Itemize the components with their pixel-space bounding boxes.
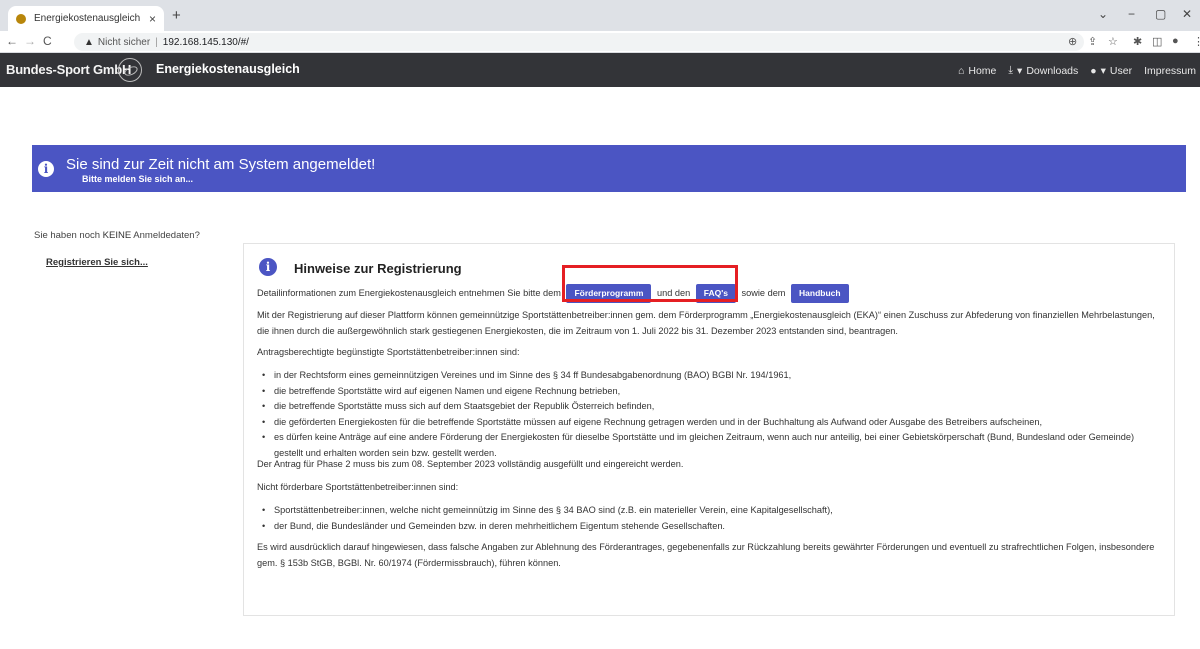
- user-icon: ●: [1090, 64, 1097, 77]
- list-item: der Bund, die Bundesländer und Gemeinden…: [257, 519, 1157, 535]
- security-label: Nicht sicher: [97, 36, 151, 48]
- list-item: die geförderten Energiekosten für die be…: [257, 415, 1157, 431]
- brand-logo-icon: [118, 58, 142, 82]
- reload-icon[interactable]: C: [43, 34, 52, 48]
- browser-tab[interactable]: Energiekostenausgleich ×: [8, 6, 164, 31]
- alert-subtitle: Bitte melden Sie sich an...: [82, 174, 194, 184]
- no-data-prefix: Sie haben noch: [34, 230, 103, 241]
- nav-impressum[interactable]: Impressum: [1144, 65, 1196, 77]
- nav-downloads[interactable]: ⤓ ▾ Downloads: [1008, 64, 1078, 77]
- chevron-down-icon: ▾: [1100, 64, 1106, 77]
- not-eligible-list: Sportstättenbetreiber:innen, welche nich…: [257, 503, 1157, 534]
- eligible-list: in der Rechtsform eines gemeinnützigen V…: [257, 368, 1157, 461]
- panel-title: Hinweise zur Registrierung: [294, 261, 462, 276]
- tab-title: Energiekostenausgleich: [34, 13, 141, 24]
- address-bar-row: ← → C ▲ Nicht sicher | 192.168.145.130/#…: [0, 31, 1200, 53]
- menu-dots-icon[interactable]: ⋮: [1193, 35, 1200, 48]
- info-icon: i: [38, 161, 54, 177]
- registration-description: Mit der Registrierung auf dieser Plattfo…: [257, 310, 1155, 336]
- tab-close-icon[interactable]: ×: [149, 12, 156, 26]
- register-link[interactable]: Registrieren Sie sich...: [46, 257, 148, 268]
- legal-warning-text: Es wird ausdrücklich darauf hingewiesen,…: [257, 542, 1155, 568]
- highlight-box: [562, 265, 738, 302]
- close-window-button[interactable]: ✕: [1182, 7, 1192, 21]
- url-text: 192.168.145.130/#/: [162, 36, 249, 48]
- deadline-text: Der Antrag für Phase 2 muss bis zum 08. …: [257, 459, 684, 469]
- eligible-heading: Antragsberechtigte begünstigte Sportstät…: [257, 347, 520, 357]
- no-data-suffix: Anmeldedaten?: [131, 230, 200, 241]
- list-item: in der Rechtsform eines gemeinnützigen V…: [257, 368, 1157, 384]
- nav-home-label: Home: [968, 64, 997, 77]
- new-tab-button[interactable]: +: [172, 7, 181, 24]
- tab-search-icon[interactable]: ⌄: [1098, 7, 1108, 21]
- warning-icon[interactable]: ▲: [84, 37, 94, 48]
- no-credentials-text: Sie haben noch KEINE Anmeldedaten?: [34, 230, 200, 241]
- favicon-icon: [16, 13, 26, 24]
- browser-tab-bar: Energiekostenausgleich × + ⌄ − ▢ ✕: [0, 0, 1200, 31]
- registration-info-panel: i Hinweise zur Registrierung Detailinfor…: [243, 243, 1175, 616]
- no-data-bold: KEINE: [102, 230, 132, 241]
- nav-user[interactable]: ● ▾ User: [1090, 65, 1132, 77]
- profile-icon[interactable]: ●: [1172, 35, 1179, 47]
- app-navbar: Bundes-Sport GmbH Energiekostenausgleich…: [0, 53, 1200, 87]
- back-arrow-icon[interactable]: ←: [6, 34, 18, 48]
- url-separator: |: [155, 36, 158, 48]
- zoom-icon[interactable]: ⊕: [1068, 35, 1077, 48]
- not-eligible-heading: Nicht förderbare Sportstättenbetreiber:i…: [257, 482, 459, 492]
- list-item: die betreffende Sportstätte muss sich au…: [257, 399, 1157, 415]
- intro-part-c: sowie dem: [741, 287, 786, 298]
- bookmark-star-icon[interactable]: ☆: [1108, 35, 1118, 48]
- nav-downloads-label: Downloads: [1026, 64, 1079, 77]
- url-field[interactable]: ▲ Nicht sicher | 192.168.145.130/#/: [74, 33, 1084, 51]
- nav-menu: ⌂ Home ⤓ ▾ Downloads ● ▾ User Impressum: [958, 64, 1196, 77]
- alert-title: Sie sind zur Zeit nicht am System angeme…: [66, 156, 376, 173]
- sidepanel-icon[interactable]: ◫: [1152, 35, 1162, 48]
- home-icon: ⌂: [958, 64, 965, 77]
- forward-arrow-icon[interactable]: →: [24, 34, 36, 48]
- intro-part-a: Detailinformationen zum Energiekostenaus…: [257, 287, 561, 298]
- chevron-down-icon: ▾: [1017, 64, 1023, 77]
- login-alert: i Sie sind zur Zeit nicht am System ange…: [32, 145, 1186, 192]
- nav-home[interactable]: ⌂ Home: [958, 65, 996, 77]
- handbuch-button[interactable]: Handbuch: [791, 284, 849, 303]
- share-icon[interactable]: ⇪: [1088, 35, 1097, 48]
- nav-user-label: User: [1109, 64, 1133, 77]
- download-icon: ⤓: [1008, 64, 1014, 76]
- list-item: die betreffende Sportstätte wird auf eig…: [257, 384, 1157, 400]
- app-title[interactable]: Energiekostenausgleich: [156, 62, 300, 76]
- extensions-icon[interactable]: ✱: [1133, 35, 1142, 48]
- list-item: Sportstättenbetreiber:innen, welche nich…: [257, 503, 1157, 519]
- maximize-button[interactable]: ▢: [1155, 7, 1166, 21]
- info-icon: i: [259, 258, 277, 276]
- brand-name[interactable]: Bundes-Sport GmbH: [6, 62, 131, 77]
- minimize-button[interactable]: −: [1128, 7, 1135, 21]
